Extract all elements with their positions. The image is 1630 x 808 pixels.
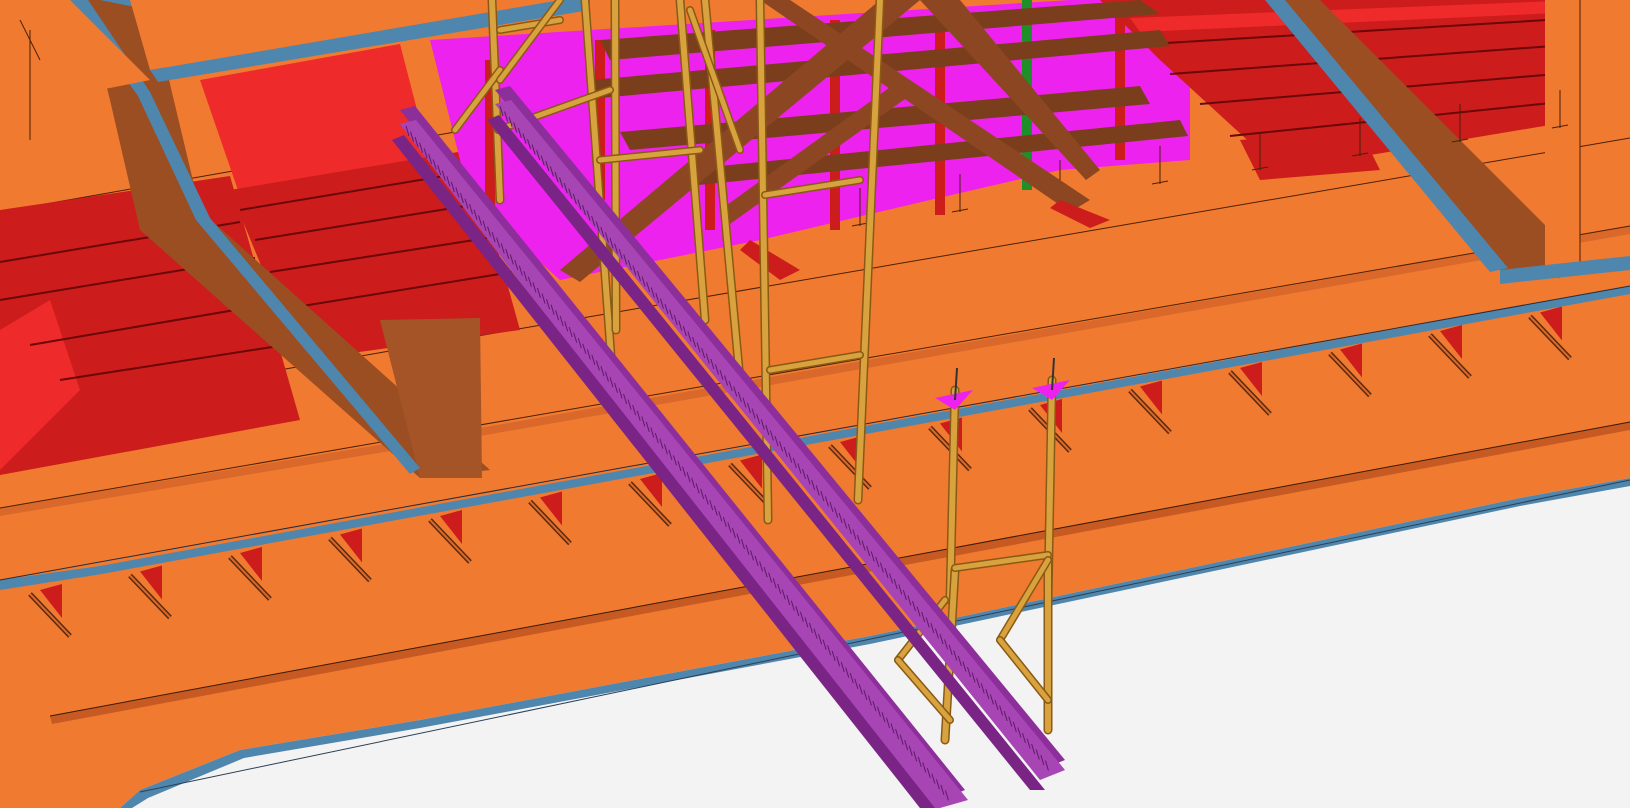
- support-leg: [610, 0, 621, 335]
- 3d-model-scene[interactable]: [0, 0, 1630, 808]
- 3d-model-viewport[interactable]: [0, 0, 1630, 808]
